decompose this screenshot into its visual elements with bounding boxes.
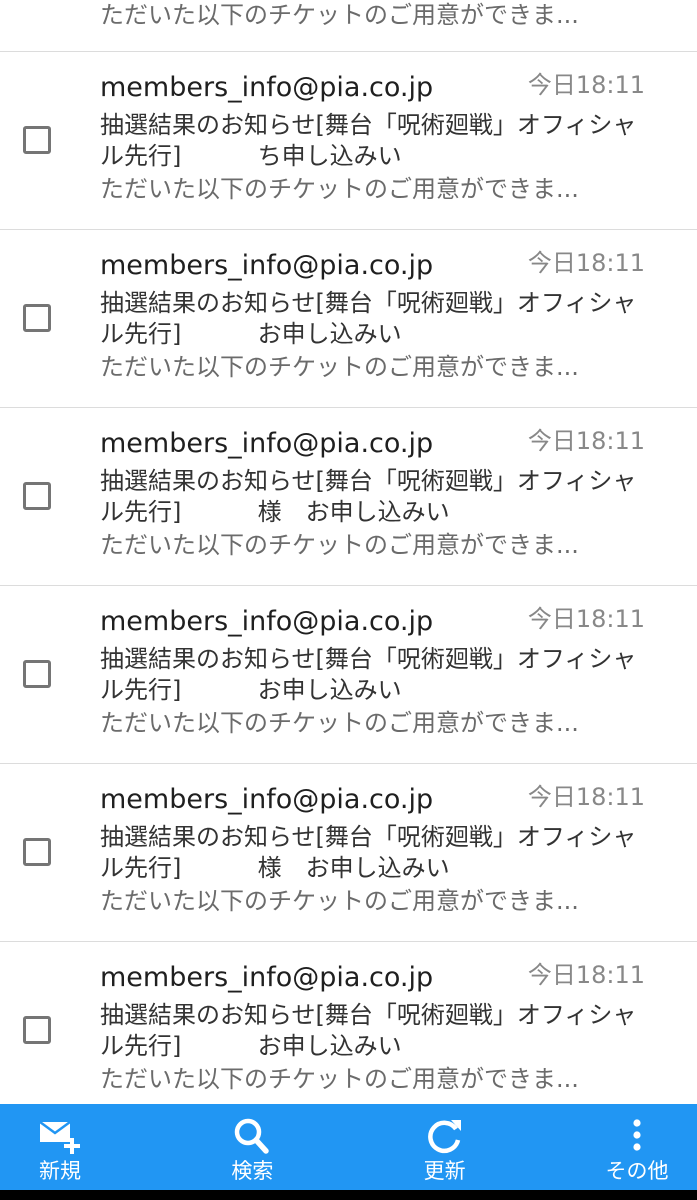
mail-subject: 抽選結果のお知らせ[舞台「呪術廻戦」オフィシャル先行] お申し込みい xyxy=(100,289,637,348)
system-nav-bar xyxy=(0,1190,697,1200)
mail-sender: members_info@pia.co.jp xyxy=(100,784,434,815)
mail-list-item[interactable]: members_info@pia.co.jp 今日18:11 抽選結果のお知らせ… xyxy=(0,230,697,408)
search-button[interactable]: 検索 xyxy=(192,1104,312,1190)
mail-snippet: ただいた以下のチケットのご用意ができま... xyxy=(100,1065,579,1093)
mail-time: 今日18:11 xyxy=(527,961,645,989)
mail-subject: 抽選結果のお知らせ[舞台「呪術廻戦」オフィシャル先行] 様 お申し込みい xyxy=(100,823,637,882)
mail-subject: 抽選結果のお知らせ[舞台「呪術廻戦」オフィシャル先行] お申し込みい xyxy=(100,1001,637,1060)
select-checkbox[interactable] xyxy=(23,838,51,866)
refresh-icon xyxy=(427,1120,461,1154)
mail-snippet: ただいた以下のチケットのご用意ができま... xyxy=(100,1,579,29)
search-label: 検索 xyxy=(231,1159,274,1183)
mail-time: 今日18:11 xyxy=(527,605,645,633)
more-button[interactable]: その他 xyxy=(577,1104,697,1190)
mail-snippet: ただいた以下のチケットのご用意ができま... xyxy=(100,175,579,203)
bottom-toolbar: 新規 検索 更新 その他 xyxy=(0,1104,697,1190)
more-vert-icon xyxy=(633,1119,641,1151)
search-icon xyxy=(235,1118,270,1154)
refresh-button[interactable]: 更新 xyxy=(385,1104,505,1190)
mail-sender: members_info@pia.co.jp xyxy=(100,250,434,281)
mail-time: 今日18:11 xyxy=(527,249,645,277)
mail-sender: members_info@pia.co.jp xyxy=(100,962,434,993)
new-mail-button[interactable]: 新規 xyxy=(0,1104,120,1190)
mail-time: 今日18:11 xyxy=(527,71,645,99)
refresh-label: 更新 xyxy=(423,1159,466,1183)
mail-time: 今日18:11 xyxy=(527,783,645,811)
new-mail-label: 新規 xyxy=(39,1159,81,1183)
mail-list-item[interactable]: members_info@pia.co.jp 今日18:11 抽選結果のお知らせ… xyxy=(0,52,697,230)
mail-snippet: ただいた以下のチケットのご用意ができま... xyxy=(100,709,579,737)
mail-snippet: ただいた以下のチケットのご用意ができま... xyxy=(100,531,579,559)
mail-snippet: ただいた以下のチケットのご用意ができま... xyxy=(100,887,579,915)
mail-list-item-partial[interactable]: ただいた以下のチケットのご用意ができま... xyxy=(0,0,697,52)
mail-list: ただいた以下のチケットのご用意ができま... members_info@pia.… xyxy=(0,0,697,1104)
select-checkbox[interactable] xyxy=(23,1016,51,1044)
mail-subject: 抽選結果のお知らせ[舞台「呪術廻戦」オフィシャル先行] ち申し込みい xyxy=(100,111,637,170)
mail-list-item[interactable]: members_info@pia.co.jp 今日18:11 抽選結果のお知らせ… xyxy=(0,942,697,1104)
mail-list-item[interactable]: members_info@pia.co.jp 今日18:11 抽選結果のお知らせ… xyxy=(0,408,697,586)
more-label: その他 xyxy=(605,1159,669,1183)
new-mail-icon xyxy=(39,1120,80,1154)
mail-time: 今日18:11 xyxy=(527,427,645,455)
mail-subject: 抽選結果のお知らせ[舞台「呪術廻戦」オフィシャル先行] お申し込みい xyxy=(100,645,637,704)
select-checkbox[interactable] xyxy=(23,482,51,510)
select-checkbox[interactable] xyxy=(23,126,51,154)
mail-sender: members_info@pia.co.jp xyxy=(100,606,434,637)
mail-list-item[interactable]: members_info@pia.co.jp 今日18:11 抽選結果のお知らせ… xyxy=(0,764,697,942)
mail-sender: members_info@pia.co.jp xyxy=(100,428,434,459)
mail-subject: 抽選結果のお知らせ[舞台「呪術廻戦」オフィシャル先行] 様 お申し込みい xyxy=(100,467,637,526)
mail-list-item[interactable]: members_info@pia.co.jp 今日18:11 抽選結果のお知らせ… xyxy=(0,586,697,764)
select-checkbox[interactable] xyxy=(23,660,51,688)
select-checkbox[interactable] xyxy=(23,304,51,332)
mail-sender: members_info@pia.co.jp xyxy=(100,72,434,103)
mail-snippet: ただいた以下のチケットのご用意ができま... xyxy=(100,353,579,381)
